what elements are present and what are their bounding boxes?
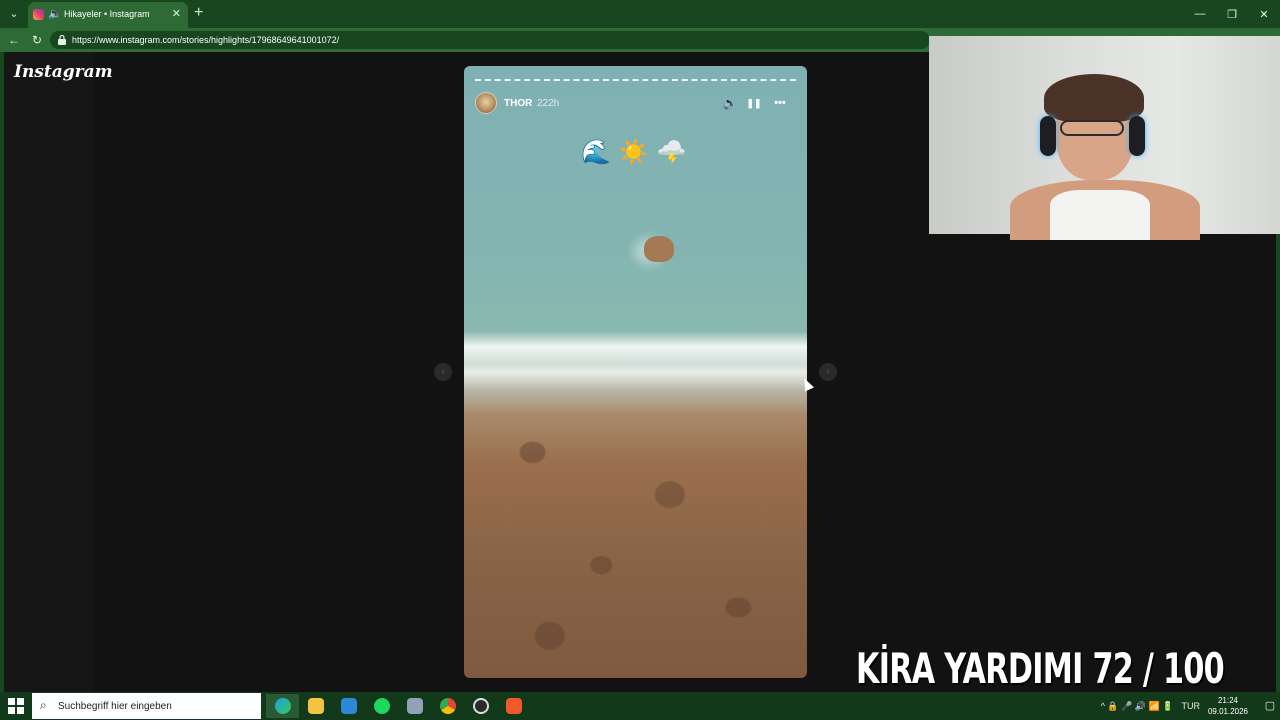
reload-button[interactable]: ↻ [29,32,45,48]
close-window-button[interactable]: ✕ [1248,0,1280,28]
story-progress-bar [475,79,796,81]
mail-icon[interactable] [332,694,365,718]
search-icon: ⌕ [40,698,47,712]
windows-taskbar: ⌕ Suchbegriff hier eingeben ^ 🔒 🎤 🔊 📶 🔋 … [0,692,1280,720]
speaker-icon[interactable]: 🔈 [48,7,62,20]
pause-icon[interactable]: ❚❚ [746,95,762,111]
webcam-person-glasses [1060,120,1124,136]
headset-icon-right [1129,116,1145,156]
webcam-person-shirt [1050,190,1150,240]
notification-icon[interactable]: ▢ [1260,692,1280,720]
webcam-person-hair [1044,74,1144,122]
clock[interactable]: 21:24 09.01.2026 [1208,695,1248,717]
more-options-icon[interactable]: ••• [772,95,788,111]
left-panel [4,52,94,692]
clock-time: 21:24 [1217,696,1238,705]
window-controls: — ❐ ✕ [1184,0,1280,28]
headset-icon [1040,116,1056,156]
story-emoji-sticker: 🌊☀️🌩️ [581,139,695,166]
edge-icon[interactable] [266,694,299,718]
story-next-button[interactable]: › [819,363,837,381]
spotify-icon[interactable] [365,694,398,718]
avatar[interactable] [475,92,497,114]
tab-instagram[interactable]: 🔈 Hikayeler • Instagram ✕ [28,2,188,28]
tab-list-button[interactable]: ⌄ [6,6,22,22]
language-indicator[interactable]: TUR [1181,701,1200,711]
story-media-waves [464,331,807,371]
url-text: https://www.instagram.com/stories/highli… [72,35,340,45]
story-timestamp: 222h [537,98,560,109]
system-tray: ^ 🔒 🎤 🔊 📶 🔋 TUR 21:24 09.01.2026 ▢ [1101,692,1280,720]
minimize-button[interactable]: — [1184,0,1216,28]
tab-bar: ⌄ 🔈 Hikayeler • Instagram ✕ + — ❐ ✕ [0,0,1280,28]
lock-icon [58,34,66,45]
chrome-icon[interactable] [431,694,464,718]
stream-overlay-text: KİRA YARDIMI 72 / 100 [856,644,1225,693]
search-placeholder: Suchbegriff hier eingeben [58,701,172,712]
windows-start-icon[interactable] [8,698,24,714]
pinned-apps [266,694,530,718]
story-username[interactable]: THOR [504,98,532,109]
restore-button[interactable]: ❐ [1216,0,1248,28]
back-button[interactable]: ← [6,32,22,48]
story-media-dog [644,236,674,262]
tab-close-button[interactable]: ✕ [172,7,181,20]
story-media-sand [464,396,807,678]
new-tab-button[interactable]: + [194,4,203,22]
story-prev-button[interactable]: ‹ [434,363,452,381]
instagram-favicon-icon [33,9,44,20]
story-viewer[interactable]: THOR 222h 🔈 ❚❚ ••• 🌊☀️🌩️ [464,66,807,678]
file-explorer-icon[interactable] [299,694,332,718]
url-field[interactable]: https://www.instagram.com/stories/highli… [50,31,930,49]
brave-icon[interactable] [497,694,530,718]
calculator-icon[interactable] [398,694,431,718]
tray-icons[interactable]: ^ 🔒 🎤 🔊 📶 🔋 [1101,701,1174,712]
taskbar-search-field[interactable]: ⌕ Suchbegriff hier eingeben [32,693,261,719]
obs-icon[interactable] [464,694,497,718]
instagram-logo[interactable]: Instagram [14,62,113,82]
tab-title: Hikayeler • Instagram [64,9,150,19]
clock-date: 09.01.2026 [1207,707,1248,716]
mute-icon[interactable]: 🔈 [722,95,738,111]
